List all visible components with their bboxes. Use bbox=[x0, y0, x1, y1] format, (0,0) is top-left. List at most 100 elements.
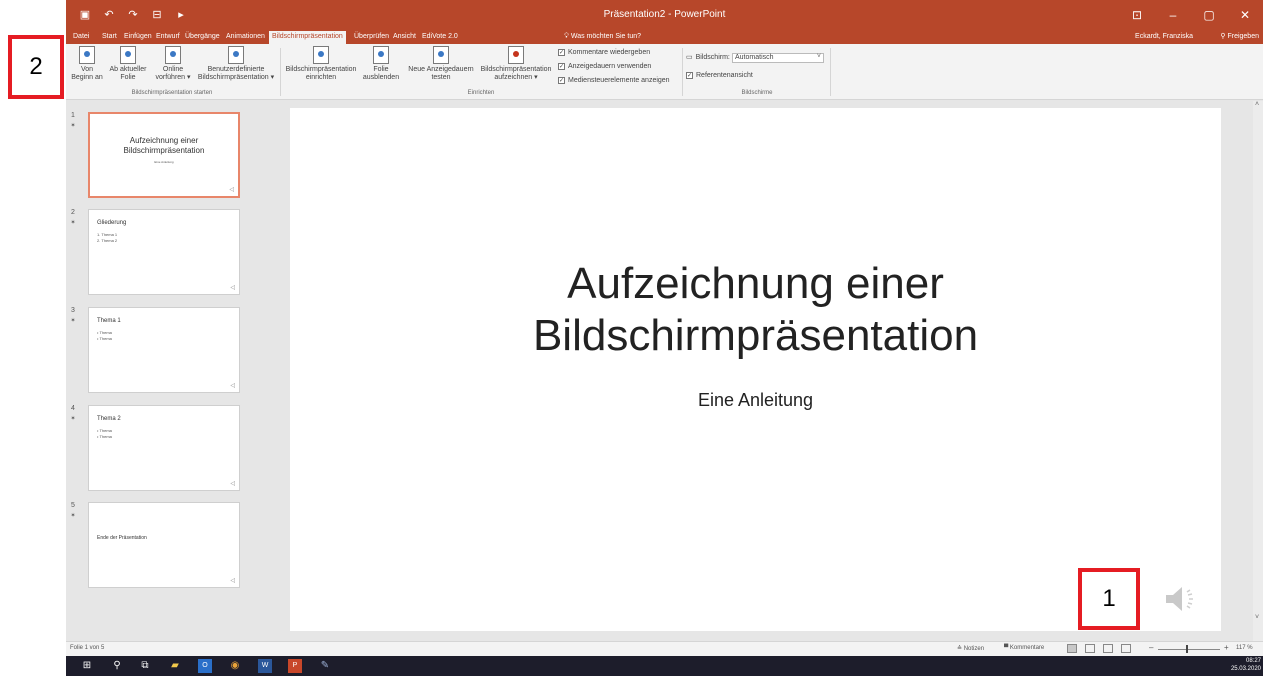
slide-editor: Aufzeichnung einer Bildschirmpräsentatio… bbox=[252, 101, 1263, 641]
status-bar: Folie 1 von 5 ≙ Notizen ▀ Kommentare – +… bbox=[66, 641, 1263, 656]
rehearse-timings-button[interactable]: Neue Anzeigedauern testen bbox=[404, 46, 478, 82]
zoom-in-button[interactable]: + bbox=[1224, 643, 1229, 652]
ribbon-tabs: Datei Start Einfügen Entwurf Übergänge A… bbox=[66, 30, 1263, 44]
slide-thumbnails-pane: 1 ✶ Aufzeichnung einer Bildschirmpräsent… bbox=[66, 101, 252, 641]
tab-insert[interactable]: Einfügen bbox=[121, 31, 155, 44]
annotation-box-1: 1 bbox=[1078, 568, 1140, 630]
window-title: Präsentation2 - PowerPoint bbox=[603, 9, 726, 20]
setup-slideshow-button[interactable]: Bildschirmpräsentation einrichten bbox=[282, 46, 360, 82]
chrome-icon[interactable]: ◉ bbox=[228, 659, 242, 673]
scroll-down-icon[interactable]: ˅ bbox=[1255, 614, 1259, 621]
taskbar-clock[interactable]: 08:27 25.03.2020 bbox=[1231, 657, 1261, 673]
vertical-scrollbar[interactable]: ˄ ˅ bbox=[1253, 101, 1263, 641]
animation-star-icon: ✶ bbox=[70, 220, 76, 226]
group-label-setup: Einrichten bbox=[467, 90, 495, 96]
slideshow-view-icon[interactable] bbox=[1121, 644, 1131, 653]
present-online-button[interactable]: Online vorführen ▾ bbox=[150, 46, 196, 82]
animation-star-icon: ✶ bbox=[70, 318, 76, 324]
tab-review[interactable]: Überprüfen bbox=[351, 31, 392, 44]
record-icon bbox=[508, 46, 524, 64]
monitor-label: ▭ Bildschirm: bbox=[686, 53, 730, 62]
tell-me-search[interactable]: 💡︎ Was möchten Sie tun? bbox=[564, 31, 641, 44]
tab-edivote[interactable]: EdiVote 2.0 bbox=[419, 31, 461, 44]
speaker-icon: ◁ bbox=[230, 481, 235, 487]
normal-view-icon[interactable] bbox=[1067, 644, 1077, 653]
present-online-icon bbox=[165, 46, 181, 64]
restore-button[interactable]: ▢ bbox=[1191, 0, 1227, 30]
record-slideshow-button[interactable]: Bildschirmpräsentation aufzeichnen ▾ bbox=[476, 46, 556, 82]
share-button[interactable]: ⚲ Freigeben bbox=[1220, 31, 1259, 44]
thumb-number: 4 bbox=[71, 405, 75, 412]
zoom-slider-thumb[interactable] bbox=[1186, 645, 1188, 653]
reading-view-icon[interactable] bbox=[1103, 644, 1113, 653]
ribbon-display-options-icon[interactable]: ⊡ bbox=[1119, 0, 1155, 30]
slide-thumbnail-3[interactable]: Thema 1 • Thema • Thema ◁ bbox=[88, 307, 240, 393]
zoom-level[interactable]: 117 % bbox=[1236, 645, 1253, 651]
show-media-controls-checkbox[interactable]: ✓ Mediensteuerelemente anzeigen bbox=[558, 77, 670, 84]
scroll-up-icon[interactable]: ˄ bbox=[1255, 101, 1259, 108]
checkmark-icon: ✓ bbox=[686, 72, 693, 79]
annotation-box-2: 2 bbox=[8, 35, 64, 99]
slide-counter: Folie 1 von 5 bbox=[70, 645, 105, 651]
checkmark-icon: ✓ bbox=[558, 63, 565, 70]
checkmark-icon: ✓ bbox=[558, 77, 565, 84]
misc-app-icon[interactable]: ✎ bbox=[318, 659, 332, 673]
user-name[interactable]: Eckardt, Franziska bbox=[1135, 31, 1193, 44]
slide-subtitle[interactable]: Eine Anleitung bbox=[290, 390, 1221, 411]
current-slide[interactable]: Aufzeichnung einer Bildschirmpräsentatio… bbox=[290, 108, 1221, 631]
slide-thumbnail-4[interactable]: Thema 2 • Thema • Thema ◁ bbox=[88, 405, 240, 491]
outlook-icon[interactable]: O bbox=[198, 659, 212, 673]
use-timings-checkbox[interactable]: ✓ Anzeigedauern verwenden bbox=[558, 63, 651, 70]
word-icon[interactable]: W bbox=[258, 659, 272, 673]
from-current-slide-button[interactable]: Ab aktueller Folie bbox=[108, 46, 148, 82]
tab-file[interactable]: Datei bbox=[70, 31, 92, 44]
audio-speaker-icon[interactable] bbox=[1164, 584, 1200, 614]
group-separator bbox=[280, 48, 281, 96]
tab-home[interactable]: Start bbox=[99, 31, 120, 44]
monitor-dropdown[interactable]: Automatisch bbox=[732, 53, 824, 63]
presenter-view-checkbox[interactable]: ✓ Referentenansicht bbox=[686, 72, 753, 79]
slide-thumbnail-1[interactable]: Aufzeichnung einer Bildschirmpräsentatio… bbox=[88, 112, 240, 198]
tab-slideshow[interactable]: Bildschirmpräsentation bbox=[269, 31, 346, 44]
play-narrations-checkbox[interactable]: ✓ Kommentare wiedergeben bbox=[558, 49, 650, 56]
from-beginning-button[interactable]: Von Beginn an bbox=[66, 46, 108, 82]
custom-show-icon bbox=[228, 46, 244, 64]
task-view-icon[interactable]: ⧉ bbox=[138, 659, 152, 673]
setup-show-icon bbox=[313, 46, 329, 64]
animation-star-icon: ✶ bbox=[70, 416, 76, 422]
close-button[interactable]: ✕ bbox=[1227, 0, 1263, 30]
group-label-start: Bildschirmpräsentation starten bbox=[131, 90, 213, 96]
zoom-slider[interactable] bbox=[1158, 649, 1220, 650]
comments-button[interactable]: ▀ Kommentare bbox=[1004, 645, 1044, 651]
zoom-out-button[interactable]: – bbox=[1149, 643, 1153, 652]
window-controls: ⊡ – ▢ ✕ bbox=[1119, 0, 1263, 30]
tab-animations[interactable]: Animationen bbox=[223, 31, 268, 44]
ribbon: Von Beginn an Ab aktueller Folie Online … bbox=[66, 44, 1263, 100]
group-label-monitors: Bildschirme bbox=[741, 90, 773, 96]
thumb-number: 1 bbox=[71, 112, 75, 119]
tab-design[interactable]: Entwurf bbox=[153, 31, 183, 44]
slide-thumbnail-5[interactable]: Ende der Präsentation ◁ bbox=[88, 502, 240, 588]
powerpoint-icon[interactable]: P bbox=[288, 659, 302, 673]
custom-slideshow-button[interactable]: Benutzerdefinierte Bildschirmpräsentatio… bbox=[194, 46, 278, 82]
animation-star-icon: ✶ bbox=[70, 123, 76, 129]
checkmark-icon: ✓ bbox=[558, 49, 565, 56]
title-bar: ▣ ↶ ↷ ⊟ ▸ Präsentation2 - PowerPoint ⊡ –… bbox=[66, 0, 1263, 30]
windows-start-icon[interactable]: ⊞ bbox=[80, 659, 94, 673]
slide-title[interactable]: Aufzeichnung einer Bildschirmpräsentatio… bbox=[290, 258, 1221, 362]
speaker-icon: ◁ bbox=[230, 285, 235, 291]
thumb-number: 2 bbox=[71, 209, 75, 216]
speaker-icon: ◁ bbox=[229, 187, 234, 193]
file-explorer-icon[interactable]: ▰ bbox=[168, 659, 182, 673]
screenshot: ▣ ↶ ↷ ⊟ ▸ Präsentation2 - PowerPoint ⊡ –… bbox=[0, 0, 1263, 676]
hide-slide-button[interactable]: Folie ausblenden bbox=[358, 46, 404, 82]
slide-thumbnail-2[interactable]: Gliederung 1. Thema 1 2. Thema 2 ◁ bbox=[88, 209, 240, 295]
group-separator bbox=[830, 48, 831, 96]
tab-transitions[interactable]: Übergänge bbox=[182, 31, 223, 44]
tab-view[interactable]: Ansicht bbox=[390, 31, 419, 44]
minimize-button[interactable]: – bbox=[1155, 0, 1191, 30]
notes-icon: ≙ bbox=[957, 646, 964, 652]
slide-sorter-icon[interactable] bbox=[1085, 644, 1095, 653]
notes-button[interactable]: ≙ Notizen bbox=[957, 645, 984, 652]
search-icon[interactable]: ⚲ bbox=[110, 659, 124, 673]
